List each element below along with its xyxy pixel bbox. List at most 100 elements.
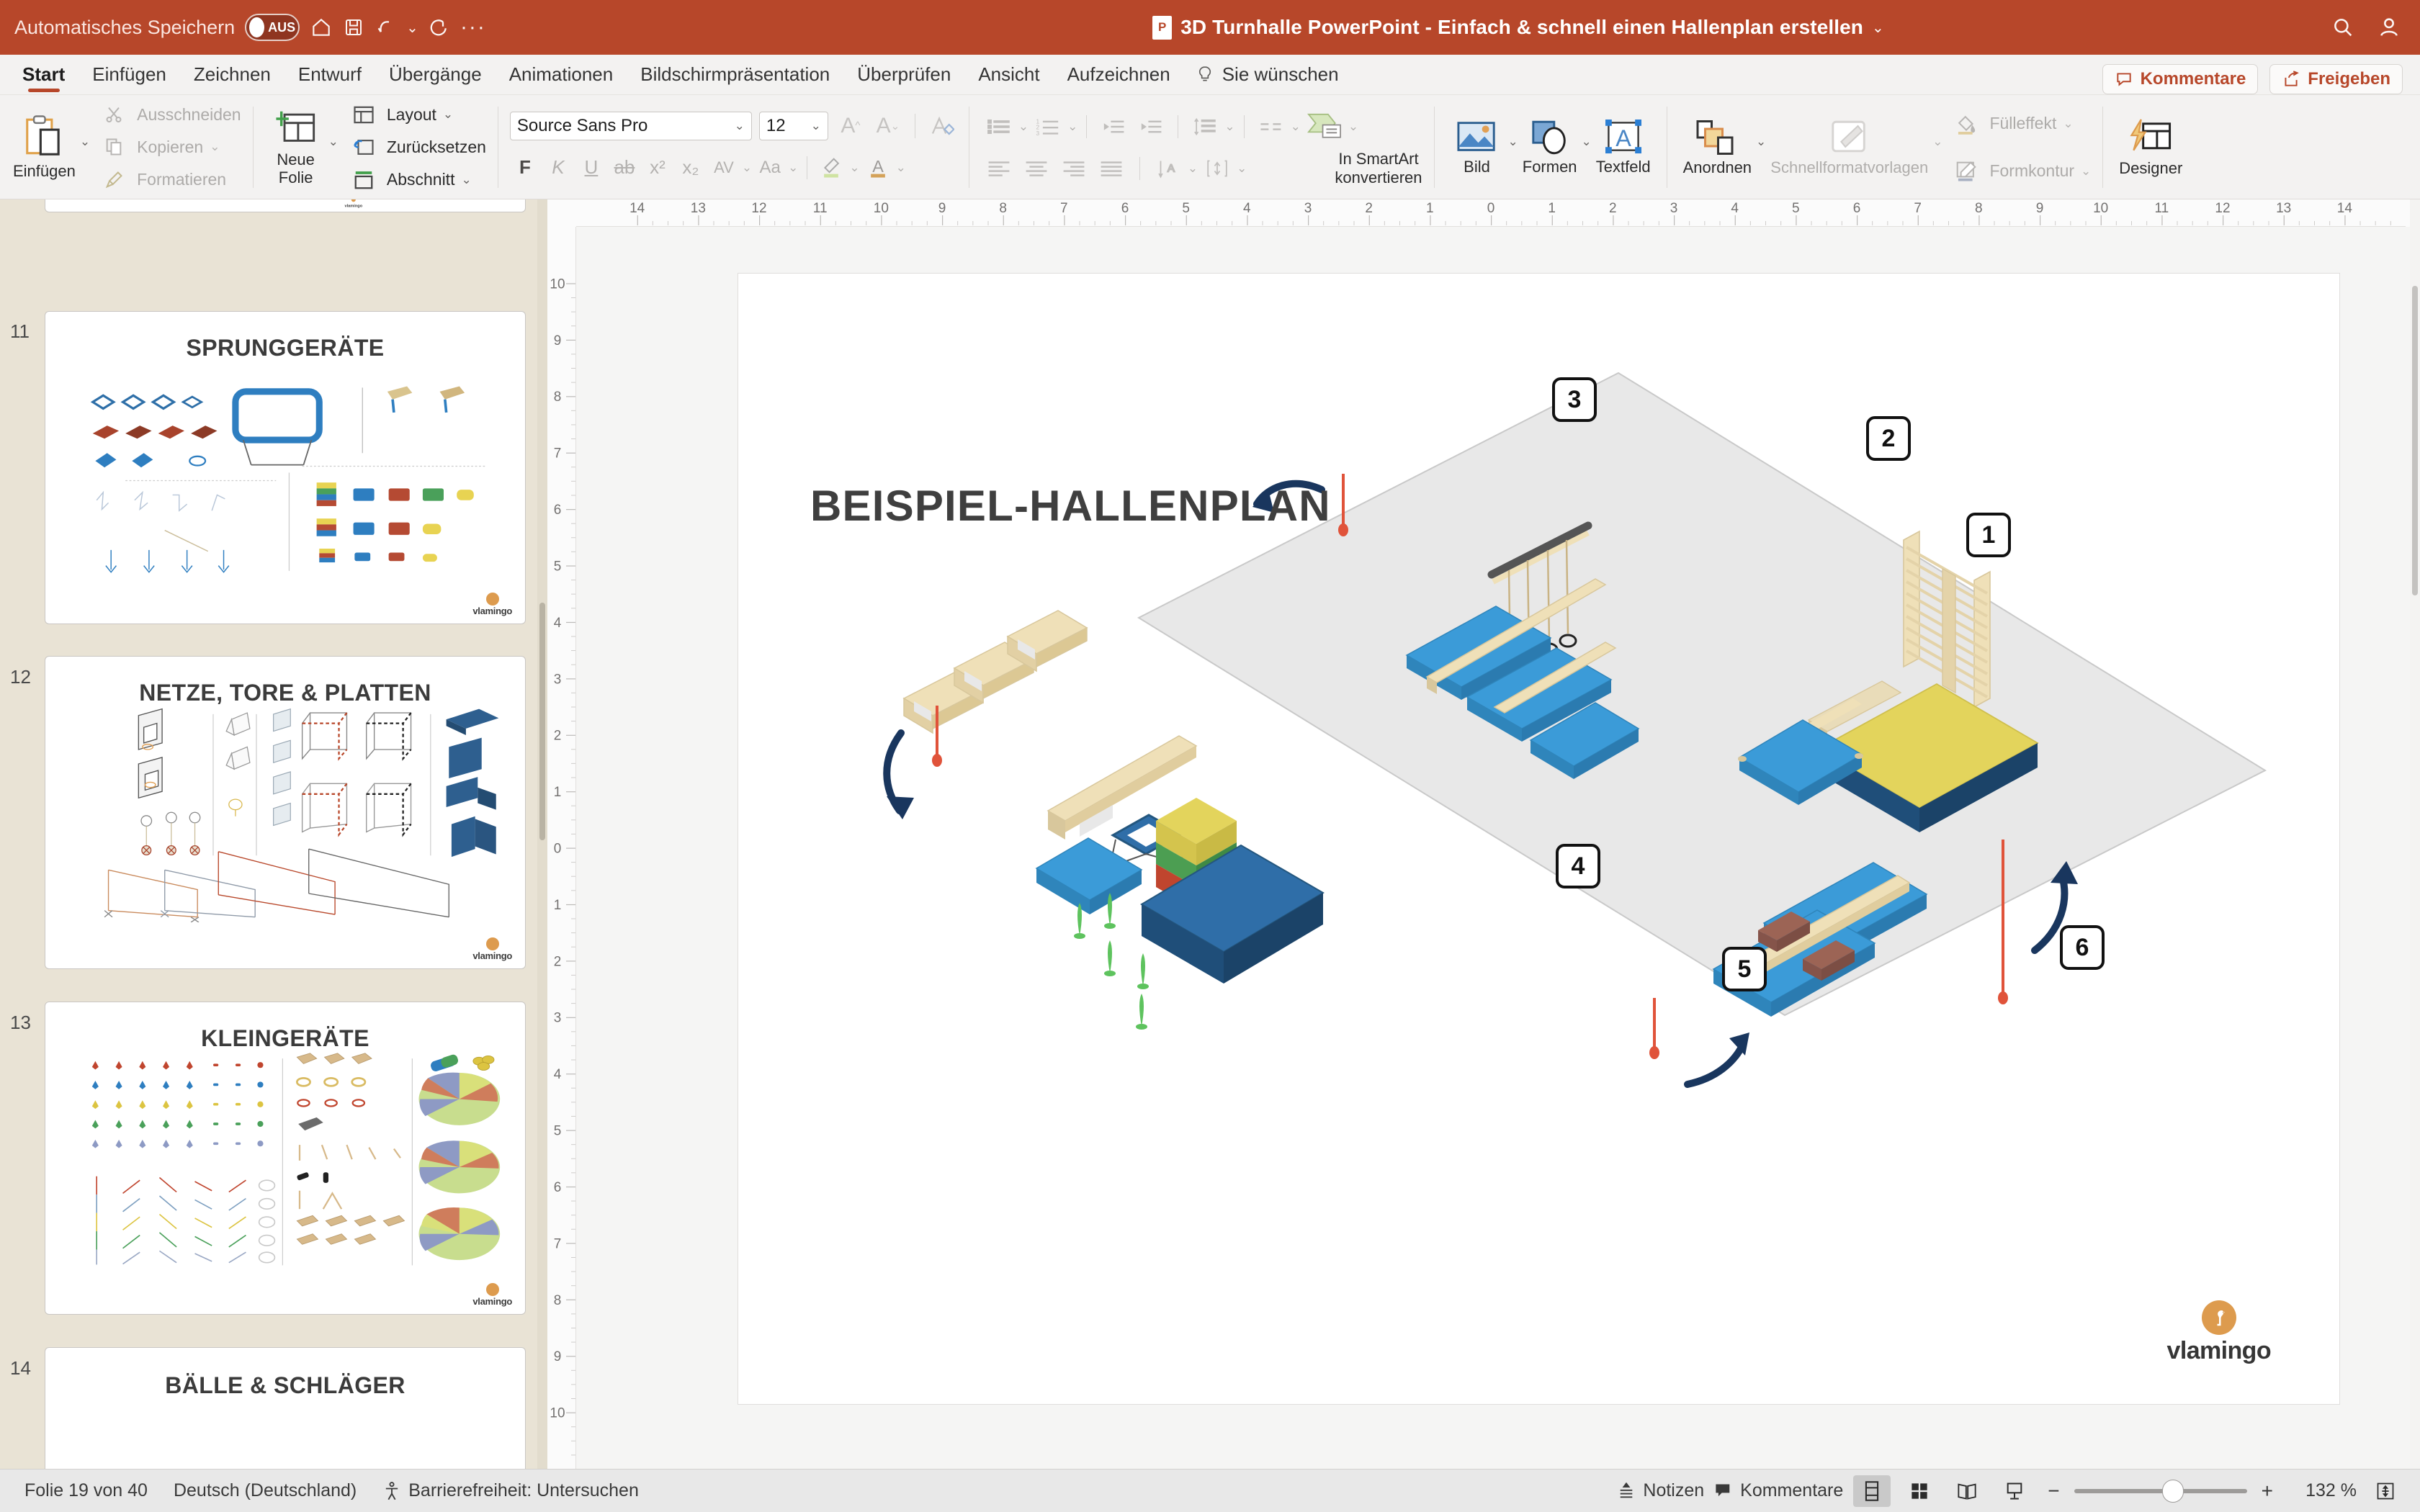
- home-icon[interactable]: [310, 16, 333, 39]
- picture-caret-icon[interactable]: ⌄: [1508, 135, 1518, 149]
- strikethrough-button[interactable]: ab: [609, 153, 640, 183]
- font-size-caret-icon[interactable]: ⌄: [811, 119, 821, 133]
- zoom-in-button[interactable]: +: [2257, 1480, 2277, 1503]
- paste-button[interactable]: Einfügen: [9, 100, 80, 194]
- new-slide-dropdown-caret-icon[interactable]: ⌄: [328, 135, 339, 149]
- arrange-button[interactable]: Anordnen: [1679, 100, 1756, 194]
- redo-icon[interactable]: [429, 17, 450, 38]
- tell-me-box[interactable]: Sie wünschen: [1184, 63, 1339, 86]
- designer-button[interactable]: Designer: [2115, 100, 2187, 194]
- cut-button[interactable]: Ausschneiden: [97, 100, 241, 129]
- font-color-button[interactable]: A: [863, 153, 893, 183]
- tab-animationen[interactable]: Animationen: [496, 54, 627, 94]
- arrange-caret-icon[interactable]: ⌄: [1756, 135, 1766, 149]
- editor-scrollbar-thumb[interactable]: [2412, 286, 2418, 595]
- copy-button[interactable]: Kopieren ⌄: [97, 132, 241, 161]
- layout-dropdown-caret-icon[interactable]: ⌄: [443, 107, 453, 122]
- slide-thumbnail-panel[interactable]: vlamingo 11 SPRUNGGERÄTE vlamingo 12 NET…: [0, 199, 547, 1469]
- text-highlight-button[interactable]: [816, 153, 846, 183]
- tab-aufzeichnen[interactable]: Aufzeichnen: [1054, 54, 1184, 94]
- callout-6[interactable]: 6: [2060, 925, 2105, 970]
- change-case-caret-icon[interactable]: ⌄: [788, 161, 798, 175]
- zoom-slider-knob[interactable]: [2161, 1479, 2184, 1503]
- font-name-caret-icon[interactable]: ⌄: [735, 119, 745, 133]
- section-button[interactable]: Abschnitt ⌄: [347, 166, 486, 194]
- bullets-button[interactable]: [981, 112, 1017, 142]
- underline-button[interactable]: U: [576, 153, 606, 183]
- shape-fill-caret-icon[interactable]: ⌄: [2063, 117, 2073, 131]
- shapes-caret-icon[interactable]: ⌄: [1582, 135, 1592, 149]
- callout-3[interactable]: 3: [1552, 377, 1597, 422]
- tab-uebergaenge[interactable]: Übergänge: [375, 54, 496, 94]
- slide-canvas-area[interactable]: 3 2 1 4 5 6 BEISPIEL-HALLENPLAN vlamingo: [576, 227, 2420, 1469]
- numbering-caret-icon[interactable]: ⌄: [1067, 120, 1077, 134]
- text-direction-caret-icon[interactable]: ⌄: [1188, 161, 1198, 176]
- callout-2[interactable]: 2: [1866, 416, 1911, 461]
- line-spacing-button[interactable]: [1187, 112, 1223, 142]
- tab-ueberpruefen[interactable]: Überprüfen: [843, 54, 964, 94]
- undo-icon[interactable]: [375, 17, 396, 38]
- view-slide-sorter-button[interactable]: [1901, 1475, 1938, 1507]
- format-painter-button[interactable]: Formatieren: [97, 166, 241, 194]
- convert-to-smartart-button[interactable]: [1302, 112, 1347, 142]
- tab-einfuegen[interactable]: Einfügen: [79, 54, 180, 94]
- thumbnail-slide-10[interactable]: vlamingo: [45, 199, 526, 212]
- editor-vertical-scrollbar[interactable]: [2410, 199, 2420, 1469]
- current-slide[interactable]: 3 2 1 4 5 6 BEISPIEL-HALLENPLAN vlamingo: [738, 274, 2339, 1404]
- subscript-button[interactable]: x₂: [676, 153, 706, 183]
- layout-button[interactable]: Layout ⌄: [347, 100, 486, 129]
- font-size-select[interactable]: 12 ⌄: [758, 111, 828, 140]
- callout-1[interactable]: 1: [1966, 513, 2011, 557]
- bold-button[interactable]: F: [510, 153, 540, 183]
- tab-bildschirmpraesentation[interactable]: Bildschirmpräsentation: [627, 54, 843, 94]
- thumbnail-slide-12[interactable]: NETZE, TORE & PLATTEN vlamingo: [45, 656, 526, 969]
- account-icon[interactable]: [2377, 15, 2401, 40]
- comments-button[interactable]: Kommentare: [2102, 64, 2259, 94]
- decrease-indent-button[interactable]: [1095, 112, 1131, 142]
- highlight-caret-icon[interactable]: ⌄: [849, 161, 859, 175]
- search-icon[interactable]: [2331, 15, 2355, 40]
- text-direction-button[interactable]: A: [1150, 153, 1186, 184]
- paste-dropdown-caret-icon[interactable]: ⌄: [80, 135, 90, 149]
- tab-start[interactable]: Start: [9, 54, 79, 94]
- align-text-button[interactable]: [1199, 153, 1235, 184]
- title-dropdown-caret-icon[interactable]: ⌄: [1872, 19, 1884, 37]
- share-button[interactable]: Freigeben: [2269, 64, 2403, 94]
- line-spacing-caret-icon[interactable]: ⌄: [1224, 120, 1234, 134]
- comments-status-button[interactable]: Kommentare: [1714, 1480, 1843, 1501]
- horizontal-ruler[interactable]: 14 13 12 11 10 9 8 7 6 5 4 3 2 1 0 1 2 3 4 5 6 7 8 9 10 11 12 13 14: [576, 199, 2406, 227]
- character-spacing-caret-icon[interactable]: ⌄: [742, 161, 752, 175]
- grow-font-button[interactable]: A ^: [835, 111, 866, 141]
- justify-button[interactable]: [1093, 153, 1129, 184]
- font-color-caret-icon[interactable]: ⌄: [896, 161, 906, 175]
- undo-dropdown-caret-icon[interactable]: ⌄: [406, 19, 418, 37]
- textbox-button[interactable]: A Textfeld: [1592, 100, 1655, 194]
- quick-styles-caret-icon[interactable]: ⌄: [1932, 135, 1942, 149]
- slide-title-text[interactable]: BEISPIEL-HALLENPLAN: [810, 481, 1331, 531]
- tab-ansicht[interactable]: Ansicht: [964, 54, 1053, 94]
- thumbnail-slide-14[interactable]: BÄLLE & SCHLÄGER: [45, 1347, 526, 1469]
- save-icon[interactable]: [343, 17, 364, 38]
- character-spacing-button[interactable]: AV: [709, 153, 739, 183]
- numbering-button[interactable]: 123: [1030, 112, 1066, 142]
- superscript-button[interactable]: x²: [642, 153, 673, 183]
- bullets-caret-icon[interactable]: ⌄: [1018, 120, 1028, 134]
- picture-button[interactable]: Bild: [1446, 100, 1508, 194]
- columns-caret-icon[interactable]: ⌄: [1291, 120, 1301, 134]
- thumbnail-scrollbar-thumb[interactable]: [539, 603, 545, 840]
- font-name-select[interactable]: Source Sans Pro ⌄: [509, 111, 752, 140]
- tab-entwurf[interactable]: Entwurf: [284, 54, 375, 94]
- view-normal-button[interactable]: [1853, 1475, 1891, 1507]
- autosave-toggle[interactable]: AUS: [245, 14, 300, 41]
- accessibility-status[interactable]: Barrierefreiheit: Untersuchen: [382, 1480, 639, 1501]
- thumbnail-slide-11[interactable]: SPRUNGGERÄTE vlamingo: [45, 311, 526, 624]
- notes-button[interactable]: Notizen: [1617, 1480, 1704, 1501]
- smartart-caret-icon[interactable]: ⌄: [1348, 120, 1358, 134]
- align-right-button[interactable]: [1056, 153, 1092, 184]
- view-reading-button[interactable]: [1948, 1475, 1986, 1507]
- new-slide-button[interactable]: Neue Folie: [265, 100, 327, 194]
- zoom-slider[interactable]: [2074, 1479, 2247, 1503]
- align-left-button[interactable]: [981, 153, 1017, 184]
- increase-indent-button[interactable]: [1133, 112, 1169, 142]
- slide-counter[interactable]: Folie 19 von 40: [24, 1480, 148, 1501]
